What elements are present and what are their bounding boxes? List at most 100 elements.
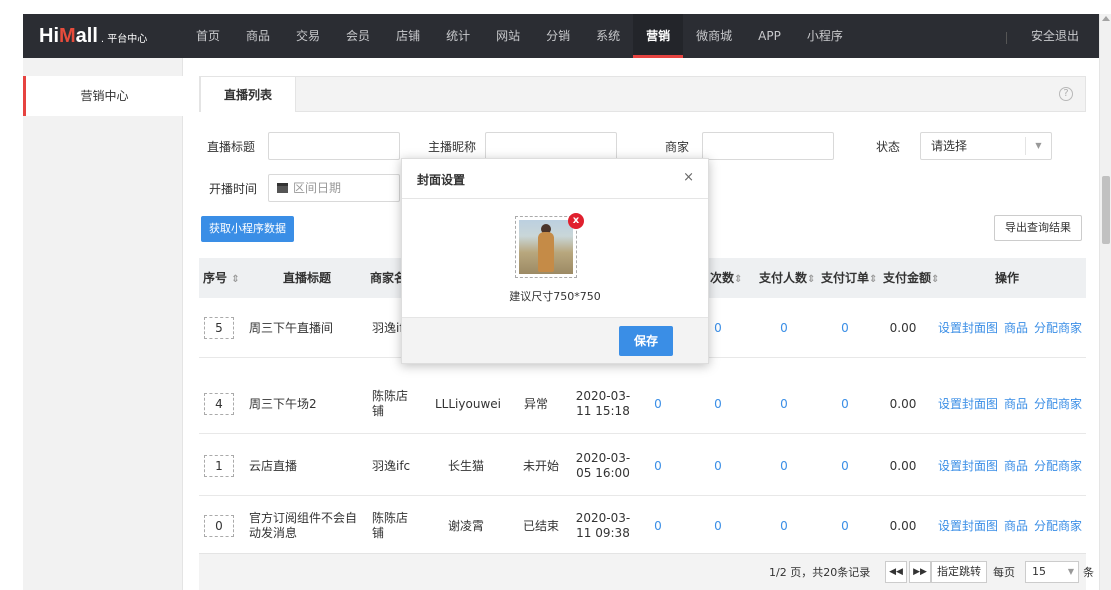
row-payers: 0 <box>780 396 788 411</box>
vertical-scrollbar[interactable] <box>1099 14 1111 590</box>
nav-item-trade[interactable]: 交易 <box>283 14 333 58</box>
row-payers: 0 <box>780 458 788 473</box>
export-results-button[interactable]: 导出查询结果 <box>994 215 1082 241</box>
assign-merchant-link[interactable]: 分配商家 <box>1034 397 1082 412</box>
row-orders: 0 <box>841 396 849 411</box>
assign-merchant-link[interactable]: 分配商家 <box>1034 519 1082 534</box>
header-payers-label: 支付人数 <box>759 271 808 285</box>
calendar-icon <box>277 183 288 193</box>
date-range-input[interactable]: 区间日期 <box>268 174 400 202</box>
cover-image-upload[interactable] <box>515 216 577 278</box>
row-times: 0 <box>714 458 722 473</box>
save-button[interactable]: 保存 <box>619 326 673 356</box>
sort-icon[interactable]: ⇕ <box>807 274 815 285</box>
goods-link[interactable]: 商品 <box>1004 519 1028 534</box>
page-size-select[interactable]: 15 ▼ <box>1025 561 1079 583</box>
filter-time-label: 开播时间 <box>209 182 258 196</box>
set-cover-link[interactable]: 设置封面图 <box>938 321 998 336</box>
goods-link[interactable]: 商品 <box>1004 321 1028 336</box>
nav-item-members[interactable]: 会员 <box>333 14 383 58</box>
sort-icon[interactable]: ⇕ <box>931 274 939 285</box>
dialog-title: 封面设置 <box>417 173 466 187</box>
assign-merchant-link[interactable]: 分配商家 <box>1034 459 1082 474</box>
nav-item-mini-program[interactable]: 小程序 <box>794 14 856 58</box>
nav-item-website[interactable]: 网站 <box>483 14 533 58</box>
nav-item-marketing[interactable]: 营销 <box>633 14 684 58</box>
goods-link[interactable]: 商品 <box>1004 459 1028 474</box>
row-title: 周三下午直播间 <box>249 320 334 335</box>
top-navbar: Hi M all . 平台中心 首页 商品 交易 会员 店铺 统计 网站 分销 … <box>23 14 1099 58</box>
header-times-label: 次数 <box>710 271 735 285</box>
size-hint: 建议尺寸750*750 <box>509 290 601 303</box>
header-orders[interactable]: 支付订单⇕ <box>821 258 877 298</box>
logo[interactable]: Hi M all . 平台中心 <box>23 25 183 48</box>
title-input[interactable] <box>268 132 400 160</box>
logo-hi: Hi <box>39 24 59 47</box>
cover-settings-dialog: 封面设置 × x 建议尺寸750*750 保存 <box>401 158 709 364</box>
nav-item-home[interactable]: 首页 <box>183 14 233 58</box>
per-page-unit: 条 <box>1083 566 1094 579</box>
filter-merchant-label: 商家 <box>665 140 690 154</box>
row-seq[interactable]: 0 <box>204 515 234 537</box>
goods-link[interactable]: 商品 <box>1004 397 1028 412</box>
scrollbar-thumb[interactable] <box>1102 176 1110 244</box>
fetch-miniprogram-data-button[interactable]: 获取小程序数据 <box>201 216 294 242</box>
pagination: 1/2 页，共20条记录 ◀◀ ▶▶ 指定跳转 每页 15 ▼ 条 <box>199 553 1094 590</box>
dialog-footer: 保存 <box>402 317 708 363</box>
tab-live-list[interactable]: 直播列表 <box>200 76 296 112</box>
header-orders-label: 支付订单 <box>821 271 870 285</box>
row-times: 0 <box>714 320 722 335</box>
filter-anchor-label: 主播昵称 <box>428 140 477 154</box>
row-start-time: 2020-03-11 15:18 <box>575 389 631 418</box>
row-orders: 0 <box>841 458 849 473</box>
header-times[interactable]: 次数⇕ <box>710 258 742 298</box>
scroll-up-arrow-icon[interactable] <box>1102 16 1110 21</box>
jump-to-page-button[interactable]: 指定跳转 <box>931 561 987 583</box>
row-seq[interactable]: 5 <box>204 317 234 339</box>
row-amount: 0.00 <box>889 320 917 335</box>
help-icon[interactable]: ? <box>1059 87 1073 101</box>
logo-all: all <box>75 24 98 47</box>
header-seq[interactable]: 序号 ⇕ <box>203 258 240 298</box>
header-amount[interactable]: 支付金额⇕ <box>883 258 939 298</box>
nav-item-shops[interactable]: 店铺 <box>383 14 433 58</box>
nav-item-products[interactable]: 商品 <box>233 14 283 58</box>
row-status: 已结束 <box>523 518 560 533</box>
nav-item-system[interactable]: 系统 <box>583 14 633 58</box>
sort-icon[interactable]: ⇕ <box>231 274 239 285</box>
table-row: 0 官方订阅组件不会自动发消息 陈陈店铺 谢凌霄 已结束 2020-03-11 … <box>199 496 1086 556</box>
row-views: 0 <box>654 458 662 473</box>
merchant-input[interactable] <box>702 132 834 160</box>
set-cover-link[interactable]: 设置封面图 <box>938 519 998 534</box>
row-actions: 设置封面图 商品 分配商家 <box>938 298 1088 358</box>
remove-image-icon[interactable]: x <box>568 213 584 229</box>
anchor-input[interactable] <box>485 132 617 160</box>
logo-m: M <box>59 24 76 47</box>
next-page-button[interactable]: ▶▶ <box>909 561 931 583</box>
row-amount: 0.00 <box>889 518 917 533</box>
nav-item-app[interactable]: APP <box>745 14 794 58</box>
status-select[interactable]: 请选择 ▼ <box>920 132 1052 160</box>
header-amount-label: 支付金额 <box>883 271 932 285</box>
nav-item-distribution[interactable]: 分销 <box>533 14 583 58</box>
header-seq-label: 序号 <box>203 271 228 285</box>
page-info: 1/2 页，共20条记录 <box>769 566 871 579</box>
sort-icon[interactable]: ⇕ <box>869 274 877 285</box>
header-payers[interactable]: 支付人数⇕ <box>759 258 815 298</box>
close-icon[interactable]: × <box>683 170 694 185</box>
set-cover-link[interactable]: 设置封面图 <box>938 397 998 412</box>
sort-icon[interactable]: ⇕ <box>734 274 742 285</box>
nav-item-micro-mall[interactable]: 微商城 <box>683 14 745 58</box>
filter-title-label: 直播标题 <box>207 140 256 154</box>
date-range-placeholder: 区间日期 <box>293 181 342 195</box>
row-seq[interactable]: 1 <box>204 455 234 477</box>
nav-item-stats[interactable]: 统计 <box>433 14 483 58</box>
sidebar-item-marketing-center[interactable]: 营销中心 <box>23 76 183 116</box>
prev-page-button[interactable]: ◀◀ <box>885 561 907 583</box>
row-seq[interactable]: 4 <box>204 393 234 415</box>
row-anchor: 长生猫 <box>448 458 485 473</box>
assign-merchant-link[interactable]: 分配商家 <box>1034 321 1082 336</box>
row-start-time: 2020-03-05 16:00 <box>575 451 631 480</box>
set-cover-link[interactable]: 设置封面图 <box>938 459 998 474</box>
logout-link[interactable]: 安全退出 <box>1031 14 1079 58</box>
